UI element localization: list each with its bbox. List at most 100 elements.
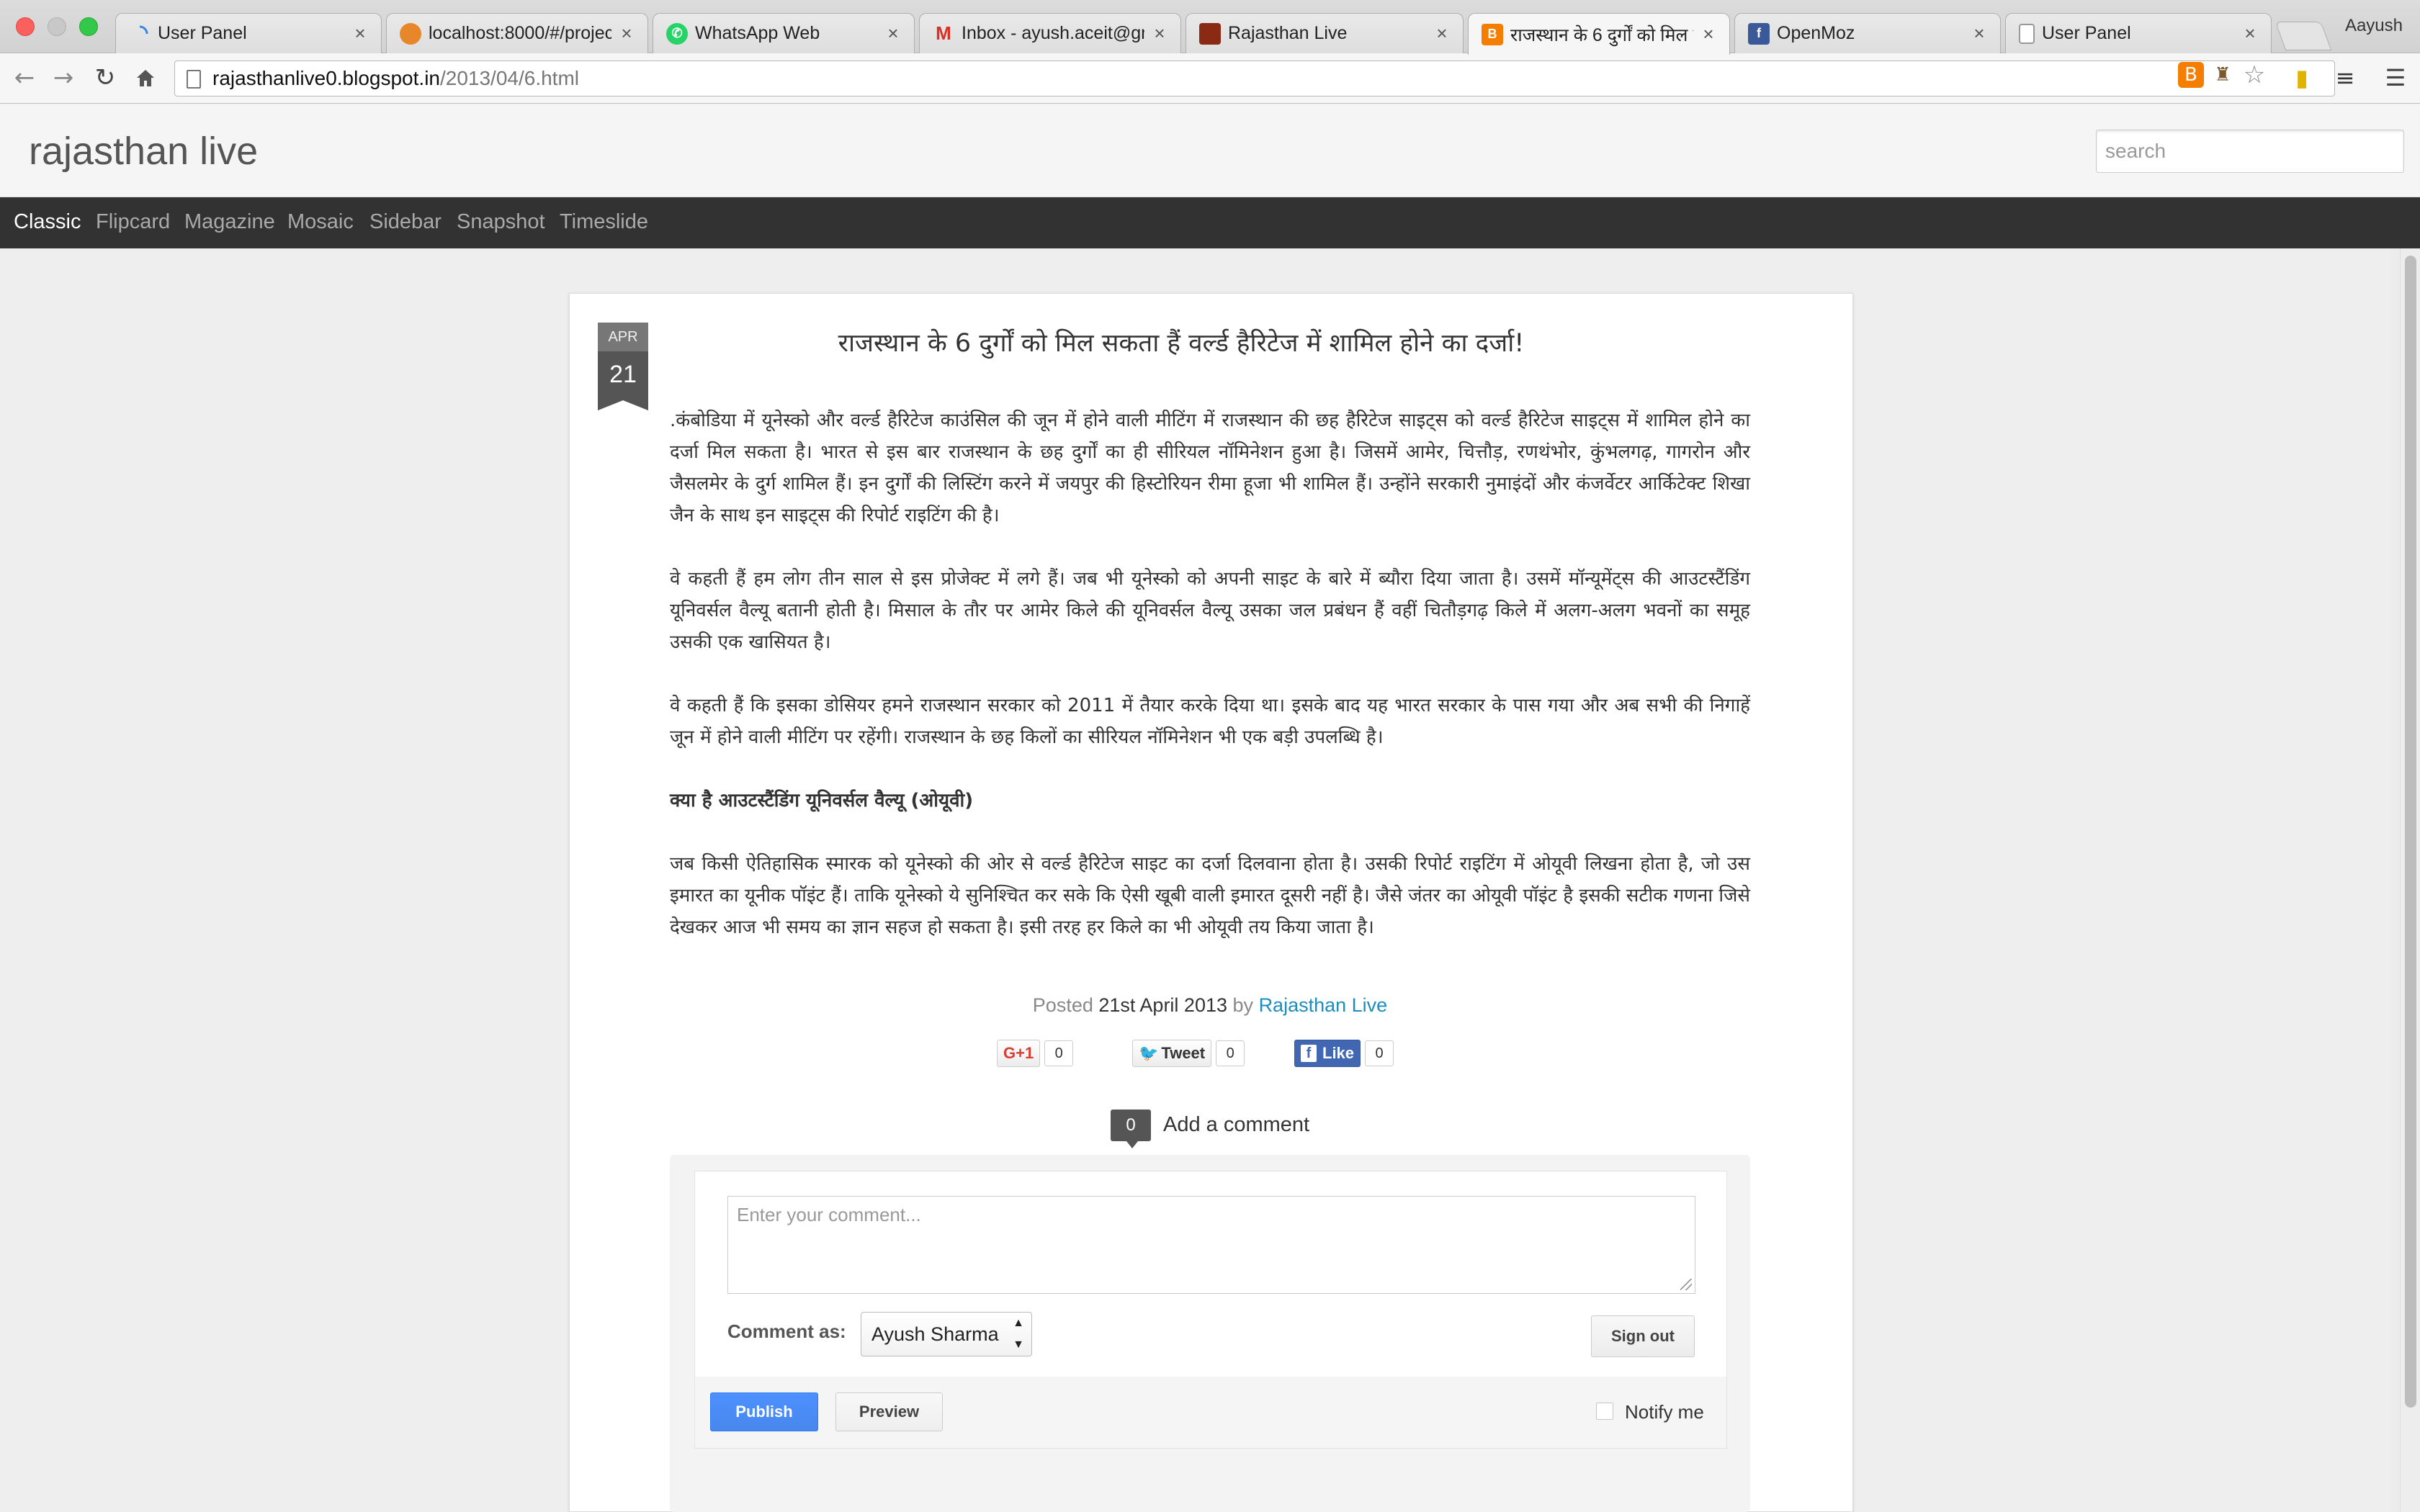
post-subheading: क्या है आउटस्टैंडिंग यूनिवर्सल वैल्यू (ओ… — [670, 790, 974, 811]
close-window-button[interactable] — [16, 17, 35, 36]
author-link[interactable]: Rajasthan Live — [1259, 994, 1388, 1016]
resize-grip-icon[interactable] — [1680, 1279, 1692, 1290]
home-icon[interactable] — [131, 63, 160, 92]
tab-title: User Panel — [2042, 23, 2131, 43]
browser-tab[interactable]: localhost:8000/#/projects × — [386, 13, 648, 53]
comment-as-label: Comment as: — [727, 1320, 846, 1342]
extension-icon[interactable]: ▮ — [2287, 63, 2316, 92]
preview-button[interactable]: Preview — [835, 1392, 943, 1431]
reload-icon[interactable]: ↻ — [91, 63, 120, 92]
browser-tab[interactable]: f OpenMoz × — [1734, 13, 2001, 53]
scrollbar-thumb[interactable] — [2405, 256, 2416, 1408]
browser-tab[interactable]: Rajasthan Live × — [1186, 13, 1464, 53]
identity-select[interactable]: Ayush Sharma ▲ ▼ — [861, 1312, 1032, 1356]
date-month: APR — [598, 323, 648, 351]
new-tab-button[interactable] — [2275, 22, 2332, 50]
browser-toolbar: ← → ↻ rajasthanlive0.blogspot.in/2013/04… — [0, 53, 2420, 104]
tweet-label: Tweet — [1161, 1044, 1206, 1062]
close-tab-icon[interactable]: × — [1433, 22, 1451, 45]
tweet-count: 0 — [1216, 1040, 1245, 1066]
loading-spinner-icon — [129, 23, 151, 45]
notify-checkbox[interactable] — [1596, 1403, 1613, 1420]
profile-button[interactable]: Aayush — [2345, 16, 2403, 36]
nav-item-magazine[interactable]: Magazine — [184, 210, 275, 234]
sign-out-button[interactable]: Sign out — [1591, 1315, 1695, 1357]
identity-value: Ayush Sharma — [871, 1323, 999, 1345]
facebook-icon: f — [1748, 22, 1770, 45]
scrollbar[interactable] — [2400, 248, 2420, 1512]
close-tab-icon[interactable]: × — [1699, 23, 1718, 45]
gplus-share: G+1 0 — [997, 1040, 1074, 1067]
extension-icon[interactable]: ≡ — [2331, 63, 2360, 92]
close-tab-icon[interactable]: × — [1970, 22, 1989, 45]
tweet-share: 🐦 Tweet 0 — [1132, 1040, 1245, 1067]
forward-arrow-icon[interactable]: → — [49, 63, 78, 92]
tab-title: OpenMoz — [1777, 23, 1855, 43]
tweet-button[interactable]: 🐦 Tweet — [1132, 1040, 1212, 1067]
notify-label: Notify me — [1625, 1401, 1704, 1423]
url-host: rajasthanlive0.blogspot.in — [212, 67, 440, 89]
blog-title[interactable]: rajasthan live — [29, 129, 258, 174]
view-nav: Classic Flipcard Magazine Mosaic Sidebar… — [0, 197, 2420, 248]
extension-icon[interactable]: ♜ — [2210, 62, 2236, 88]
tab-title: WhatsApp Web — [695, 23, 820, 43]
like-count: 0 — [1365, 1040, 1394, 1066]
nav-item-classic[interactable]: Classic — [14, 210, 81, 234]
nav-item-mosaic[interactable]: Mosaic — [287, 210, 354, 234]
site-icon — [1199, 22, 1221, 45]
post-paragraph: वे कहती हैं कि इसका डोसियर हमने राजस्थान… — [670, 695, 1750, 748]
gplus-button[interactable]: G+1 — [997, 1040, 1041, 1067]
post-title: राजस्थान के 6 दुर्गों को मिल सकता हैं वर… — [838, 329, 1525, 358]
close-tab-icon[interactable]: × — [884, 22, 902, 45]
close-tab-icon[interactable]: × — [2241, 22, 2259, 45]
post-paragraph: जब किसी ऐतिहासिक स्मारक को यूनेस्को की ओ… — [670, 853, 1750, 938]
browser-tab[interactable]: M Inbox - ayush.aceit@gmail × — [919, 13, 1181, 53]
ribbon-tail — [598, 400, 648, 410]
comment-count-badge: 0 — [1111, 1110, 1151, 1148]
close-tab-icon[interactable]: × — [617, 22, 636, 45]
blogger-icon: B — [1482, 23, 1503, 45]
bookmark-star-icon[interactable]: ☆ — [2241, 62, 2267, 88]
posted-label: Posted — [1032, 994, 1093, 1016]
post-meta: Posted 21st April 2013 by Rajasthan Live — [670, 994, 1750, 1017]
pumpkin-icon — [400, 22, 421, 45]
tab-title: User Panel — [158, 23, 247, 43]
address-bar[interactable]: rajasthanlive0.blogspot.in/2013/04/6.htm… — [174, 60, 2335, 96]
browser-tab[interactable]: User Panel × — [2005, 13, 2272, 53]
browser-tab[interactable]: ✆ WhatsApp Web × — [653, 13, 915, 53]
search-input[interactable] — [2096, 130, 2404, 173]
tab-title: localhost:8000/#/projects — [429, 23, 611, 43]
browser-tab[interactable]: User Panel × — [115, 13, 382, 53]
url-path: /2013/04/6.html — [439, 67, 580, 89]
comment-textarea[interactable] — [727, 1196, 1695, 1294]
by-label: by — [1232, 994, 1254, 1016]
nav-item-sidebar[interactable]: Sidebar — [369, 210, 442, 234]
gmail-icon: M — [936, 22, 951, 44]
facebook-like-button[interactable]: f Like — [1294, 1040, 1361, 1067]
gplus-count: 0 — [1044, 1040, 1074, 1066]
minimize-window-button[interactable] — [48, 17, 66, 36]
close-tab-icon[interactable]: × — [351, 22, 369, 45]
blog-header: rajasthan live — [0, 104, 2420, 197]
tab-title: राजस्थान के 6 दुर्गों को मिल सकता — [1510, 24, 1693, 45]
browser-tab-active[interactable]: B राजस्थान के 6 दुर्गों को मिल सकता × — [1468, 13, 1730, 55]
select-arrows-icon: ▲ ▼ — [1013, 1317, 1024, 1351]
nav-item-flipcard[interactable]: Flipcard — [96, 210, 170, 234]
date-badge: APR 21 — [598, 323, 648, 410]
post-paragraph: .कंबोडिया में यूनेस्को और वर्ल्ड हैरिटेज… — [670, 410, 1750, 526]
like-label: Like — [1322, 1044, 1355, 1062]
back-arrow-icon[interactable]: ← — [10, 63, 39, 92]
whatsapp-icon: ✆ — [666, 22, 688, 45]
tab-title: Inbox - ayush.aceit@gmail — [962, 23, 1144, 43]
close-tab-icon[interactable]: × — [1150, 22, 1169, 45]
blogger-extension-icon[interactable]: B — [2178, 62, 2204, 88]
facebook-f-icon: f — [1301, 1045, 1317, 1062]
menu-icon[interactable]: ☰ — [2381, 63, 2410, 92]
page-icon — [187, 70, 201, 89]
nav-item-snapshot[interactable]: Snapshot — [457, 210, 545, 234]
publish-button[interactable]: Publish — [710, 1392, 818, 1431]
zoom-window-button[interactable] — [79, 17, 98, 36]
add-comment-link[interactable]: Add a comment — [1163, 1113, 1309, 1137]
twitter-bird-icon: 🐦 — [1139, 1044, 1159, 1062]
nav-item-timeslide[interactable]: Timeslide — [560, 210, 648, 234]
